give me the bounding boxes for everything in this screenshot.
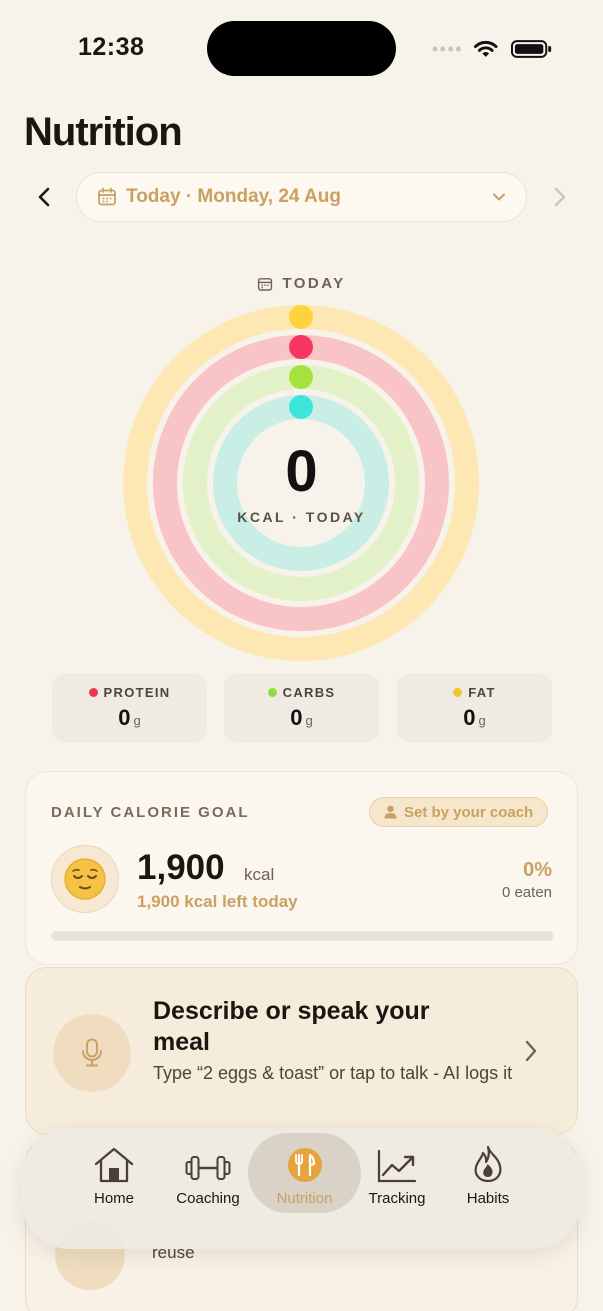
chevron-left-icon [38, 187, 50, 207]
tab-label: Home [93, 1190, 134, 1207]
calendar-icon [98, 187, 116, 206]
protein-dot [88, 688, 98, 697]
macro-value: 0 [290, 705, 303, 730]
macro-card-protein: PROTEIN 0g [52, 673, 207, 743]
mic-button[interactable] [53, 1014, 131, 1092]
macro-name: CARBS [282, 685, 336, 700]
chevron-down-icon [493, 193, 505, 201]
macro-unit: g [478, 713, 486, 728]
calories-eaten: 0 eaten [501, 884, 552, 901]
wifi-icon [474, 40, 498, 57]
chart-line-icon [377, 1149, 417, 1183]
tab-label: Nutrition [276, 1190, 333, 1207]
coach-badge-label: Set by your coach [404, 803, 534, 821]
macro-unit: g [305, 713, 313, 728]
rings-heading-label: TODAY [282, 275, 346, 292]
meal-entry-subtitle: Type “2 eggs & toast” or tap to talk - A… [153, 1063, 513, 1083]
dumbbell-icon [185, 1156, 231, 1180]
calories-left: 1,900 kcal left today [137, 892, 298, 911]
macro-value: 0 [118, 705, 131, 730]
tab-habits[interactable]: Habits [432, 1139, 544, 1213]
date-selector[interactable]: Today · Monday, 24 Aug [76, 172, 527, 222]
macro-unit: g [133, 713, 141, 728]
signal-icon [432, 46, 461, 52]
macro-card-fat: FAT 0g [397, 673, 552, 743]
carbs-ring-marker [289, 365, 313, 389]
rings-heading: TODAY [0, 275, 603, 292]
person-icon [384, 805, 397, 819]
coach-badge: Set by your coach [369, 797, 549, 827]
fat-dot [453, 688, 463, 697]
goal-progress-bar [51, 931, 554, 941]
describe-meal-card[interactable]: Describe or speak your meal Type “2 eggs… [25, 967, 578, 1135]
status-time: 12:38 [78, 33, 145, 61]
mood-emoji [51, 845, 119, 913]
dynamic-island [207, 21, 396, 76]
status-icons [432, 36, 552, 62]
goal-unit: kcal [244, 865, 275, 884]
microphone-icon [82, 1038, 102, 1067]
daily-calorie-goal-card: DAILY CALORIE GOAL Set by your coach 1,9… [25, 771, 578, 965]
macro-name: FAT [468, 685, 496, 700]
calories-ring-marker [289, 305, 313, 329]
chevron-right-icon [554, 187, 566, 207]
relieved-face-icon [64, 858, 106, 900]
protein-ring-marker [289, 335, 313, 359]
fat-ring-marker [289, 395, 313, 419]
macro-name: PROTEIN [103, 685, 171, 700]
calories-value: 0 [285, 439, 318, 504]
calendar-icon [258, 277, 273, 291]
tab-label: Tracking [368, 1190, 426, 1207]
goal-value: 1,900 [137, 848, 225, 887]
page-title: Nutrition [24, 110, 183, 154]
carbs-dot [267, 688, 277, 697]
meal-entry-title: Describe or speak your meal [153, 997, 430, 1056]
macro-card-carbs: CARBS 0g [224, 673, 379, 743]
goal-percent: 0% [523, 859, 552, 881]
macro-value: 0 [463, 705, 476, 730]
chevron-right-icon [525, 1040, 537, 1062]
tab-label: Coaching [176, 1190, 240, 1207]
calories-label: KCAL · TODAY [237, 509, 366, 525]
battery-icon [510, 40, 552, 58]
home-icon [94, 1147, 134, 1183]
tab-label: Habits [466, 1190, 510, 1207]
flame-icon [474, 1145, 502, 1183]
fork-knife-icon [287, 1148, 322, 1182]
goal-title: DAILY CALORIE GOAL [51, 804, 250, 821]
next-day-button[interactable] [546, 182, 574, 212]
date-label: Today · Monday, 24 Aug [126, 186, 341, 207]
previous-day-button[interactable] [30, 182, 58, 212]
